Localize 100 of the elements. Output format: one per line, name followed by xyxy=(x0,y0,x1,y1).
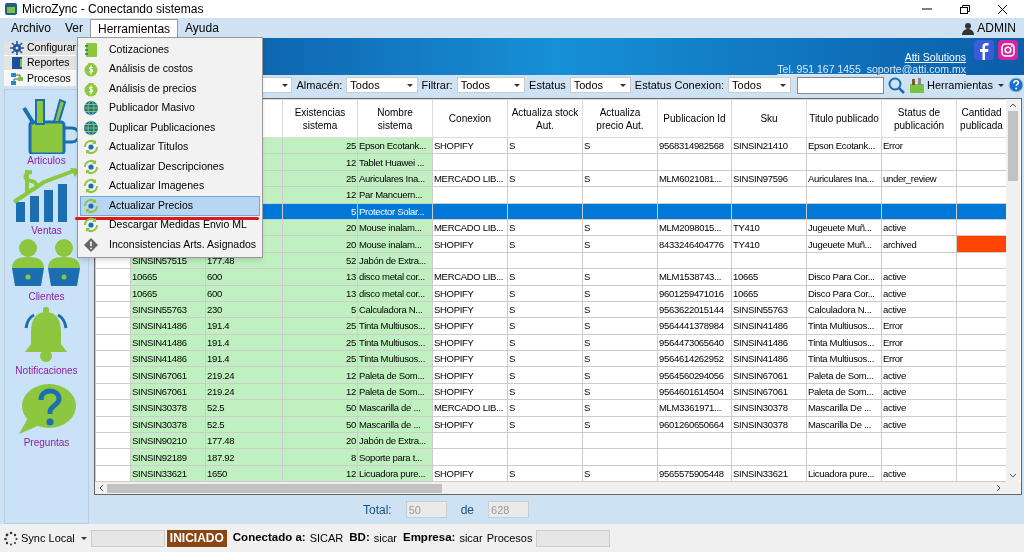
side-tab[interactable]: Configurar xyxy=(4,41,76,56)
table-cell: Calculadora N... xyxy=(806,301,882,318)
side-tab[interactable]: Reportes xyxy=(4,56,76,71)
status-badge: INICIADO xyxy=(166,529,227,547)
table-cell: SINSIN67061 xyxy=(731,383,807,400)
table-cell: Auriculares Ina... xyxy=(806,170,882,187)
table-cell: TY410 xyxy=(731,235,807,253)
table-cell: SHOPIFY xyxy=(432,383,508,400)
filter-label: Filtrar: xyxy=(421,77,453,93)
table-cell: SHOPIFY xyxy=(432,366,508,384)
side-tab[interactable]: Procesos xyxy=(4,71,76,86)
table-cell: S xyxy=(507,268,583,285)
menu-item[interactable]: Publicador Masivo xyxy=(80,98,260,118)
table-cell: S xyxy=(507,350,583,367)
menu-item[interactable]: Herramientas xyxy=(90,18,179,38)
table-cell: S xyxy=(582,350,658,367)
sidebar-link[interactable]: Articulos xyxy=(27,155,66,167)
menu-item[interactable]: Duplicar Publicaciones xyxy=(80,118,260,138)
table-cell: S xyxy=(507,399,583,417)
status-label: Procesos xyxy=(486,530,533,546)
table-cell: 9601259471016 xyxy=(657,285,732,302)
table-cell: S xyxy=(507,137,583,154)
table-cell: Licuadora pure... xyxy=(806,465,882,482)
dropdown-field[interactable]: Todos xyxy=(569,77,631,93)
table-cell: 9568314982568 xyxy=(657,137,732,154)
status-label: BD: xyxy=(349,530,370,546)
sidebar-link[interactable]: Notificaciones xyxy=(15,365,78,377)
column-header[interactable]: Conexion xyxy=(432,99,508,138)
dropdown-field[interactable]: Todos xyxy=(456,77,526,93)
table-cell: MERCADO LIB... xyxy=(432,399,508,417)
menu-item[interactable]: Archivo xyxy=(4,18,58,38)
menu-item[interactable]: Ver xyxy=(58,18,91,38)
status-value: sicar xyxy=(373,530,397,546)
table-cell: active xyxy=(881,465,957,482)
table-cell: active xyxy=(881,366,957,384)
window-title: MicroZync - Conectando sistemas xyxy=(22,1,204,18)
table-cell: MLM1538743... xyxy=(657,268,732,285)
column-header[interactable]: Existencias sistema xyxy=(282,99,358,138)
total-separator: de xyxy=(460,501,475,519)
menu-item[interactable]: Cotizaciones xyxy=(80,40,260,60)
menu-item[interactable]: Ayuda xyxy=(178,18,226,38)
column-header[interactable]: Actualiza stock Aut. xyxy=(507,99,583,138)
sidebar-link[interactable]: Preguntas xyxy=(23,437,70,449)
table-cell: S xyxy=(582,137,658,154)
table-cell: 9563622015144 xyxy=(657,301,732,318)
table-cell: Error xyxy=(881,350,957,367)
dropdown-field[interactable]: Todos xyxy=(346,77,418,93)
column-header[interactable]: Actualiza precio Aut. xyxy=(582,99,658,138)
menu-item[interactable]: Análisis de precios xyxy=(80,79,260,99)
table-cell: SHOPIFY xyxy=(432,137,508,154)
table-cell: Protector Solar... xyxy=(357,203,433,220)
table-cell: Jugeuete Muñ... xyxy=(806,235,882,253)
table-cell: active xyxy=(881,383,957,400)
filter-label: Estatus xyxy=(529,77,566,93)
table-cell: archived xyxy=(881,235,957,253)
table-cell: S xyxy=(507,285,583,302)
table-cell: SHOPIFY xyxy=(432,235,508,253)
column-header[interactable]: Nombre sistema xyxy=(357,99,433,138)
table-cell: SINSIN67061 xyxy=(731,366,807,384)
table-cell: SINSIN41486 xyxy=(731,334,807,351)
table-cell: SINSIN97596 xyxy=(731,170,807,187)
table-cell: Disco Para Cor... xyxy=(806,268,882,285)
tools-dropdown-button[interactable]: Herramientas xyxy=(908,76,1004,94)
filter-label: Almacén: xyxy=(296,77,343,93)
table-cell: SHOPIFY xyxy=(432,465,508,482)
sync-dropdown-button[interactable]: Sync Local xyxy=(4,529,87,547)
menu-item[interactable]: Análisis de costos xyxy=(80,59,260,79)
table-cell: S xyxy=(507,170,583,187)
company-link[interactable]: Atti Solutions xyxy=(904,51,966,63)
table-cell: 10665 xyxy=(731,268,807,285)
column-header[interactable]: Sku xyxy=(731,99,807,138)
sidebar-link[interactable]: Clientes xyxy=(28,291,65,303)
sidebar-link[interactable]: Ventas xyxy=(31,225,62,237)
total-label: Total: xyxy=(363,501,392,519)
table-cell: S xyxy=(507,383,583,400)
table-cell: 9564601614504 xyxy=(657,383,732,400)
column-header[interactable]: Publicacion Id xyxy=(657,99,732,138)
table-cell: MERCADO LIB... xyxy=(432,170,508,187)
contact-info: Tel. 951 167 1455 soporte@atti.com.mx xyxy=(777,63,966,75)
table-cell: 9564560294056 xyxy=(657,366,732,384)
table-cell: S xyxy=(582,416,658,433)
table-cell: S xyxy=(582,268,658,285)
table-cell: S xyxy=(582,366,658,384)
table-cell: Error xyxy=(881,317,957,335)
table-cell: Mascarilla De ... xyxy=(806,399,882,417)
table-cell: 9564441378984 xyxy=(657,317,732,335)
table-cell: SINSIN33621 xyxy=(731,465,807,482)
table-cell: 5 xyxy=(282,203,358,220)
table-cell: SINSIN41486 xyxy=(731,350,807,367)
dropdown-field[interactable]: Todos xyxy=(728,77,791,93)
count-field: 50 xyxy=(405,501,447,518)
column-header[interactable]: Status de publicación xyxy=(881,99,957,138)
status-label: Empresa: xyxy=(402,530,456,546)
table-cell: S xyxy=(582,170,658,187)
column-header[interactable]: Titulo publicado xyxy=(806,99,882,138)
column-header[interactable]: Cantidad publicada xyxy=(956,99,1006,138)
table-cell: MLM6021081... xyxy=(657,170,732,187)
table-cell: MLM3361971... xyxy=(657,399,732,417)
table-cell: Tinta Multiusos... xyxy=(806,350,882,367)
table-cell: Error xyxy=(881,137,957,154)
